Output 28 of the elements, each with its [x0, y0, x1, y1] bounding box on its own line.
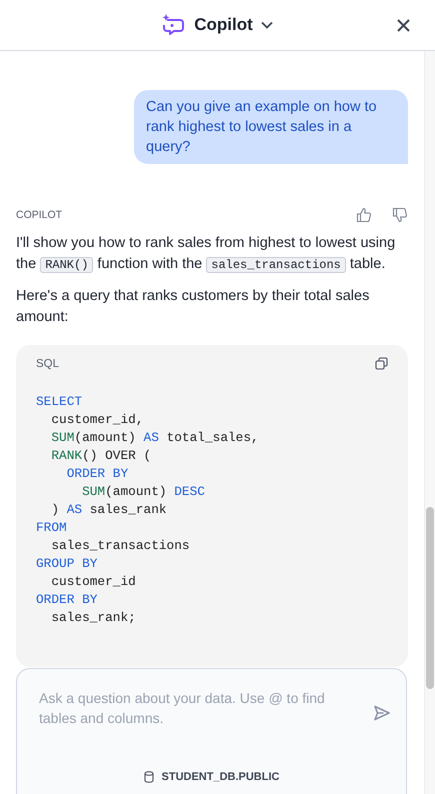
code-line: ) AS sales_rank [50, 501, 168, 519]
user-message: Can you give an example on how to rank highest to lowest sales in a query? [134, 90, 408, 164]
panel-title: Copilot [194, 15, 253, 35]
code-line: SUM(amount) AS total_sales, [50, 429, 260, 447]
copilot-logo-icon [162, 14, 186, 36]
code-line: ORDER BY [66, 465, 130, 483]
schema-label: STUDENT_DB.PUBLIC [162, 771, 280, 783]
thumbs-down-icon[interactable] [392, 207, 408, 223]
code-line: customer_id [50, 573, 137, 591]
code-line: ORDER BY [36, 591, 98, 609]
chevron-down-icon[interactable] [260, 21, 273, 29]
code-line: GROUP BY [36, 555, 98, 573]
database-icon [144, 771, 154, 783]
code-line: customer_id, [50, 411, 145, 429]
scrollbar-thumb[interactable] [426, 507, 434, 689]
copy-icon[interactable] [374, 357, 388, 371]
send-icon[interactable] [373, 704, 391, 722]
code-line: FROM [36, 519, 68, 537]
thumbs-up-icon[interactable] [356, 207, 372, 223]
code-line: sales_transactions [50, 537, 191, 555]
code-line: SELECT [36, 393, 84, 411]
code-line: sales_rank; [50, 609, 137, 627]
message-paragraph: Here's a query that ranks customers by their total sales amount: [16, 287, 370, 327]
assistant-label: COPILOT [16, 209, 64, 221]
code-line: SUM(amount) DESC [81, 483, 206, 501]
code-line: RANK() OVER ( [50, 447, 152, 465]
message-paragraph: I'll show you how to rank sales from highest to lowest using the RANK() function with the sales_transactions table. [16, 234, 396, 275]
code-language: SQL [36, 358, 60, 370]
